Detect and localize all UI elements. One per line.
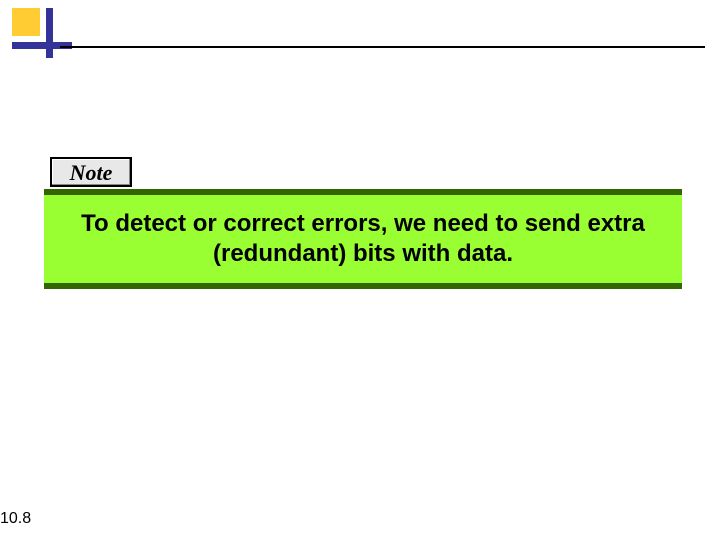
- corner-blue-vertical: [46, 8, 53, 58]
- note-box: To detect or correct errors, we need to …: [44, 189, 682, 289]
- note-body: To detect or correct errors, we need to …: [54, 209, 672, 269]
- note-label: Note: [50, 157, 132, 187]
- corner-decoration: [12, 8, 72, 58]
- top-divider: [60, 46, 705, 48]
- page-number: 10.8: [0, 510, 31, 528]
- corner-yellow-square: [12, 8, 40, 36]
- slide: Note To detect or correct errors, we nee…: [0, 0, 720, 540]
